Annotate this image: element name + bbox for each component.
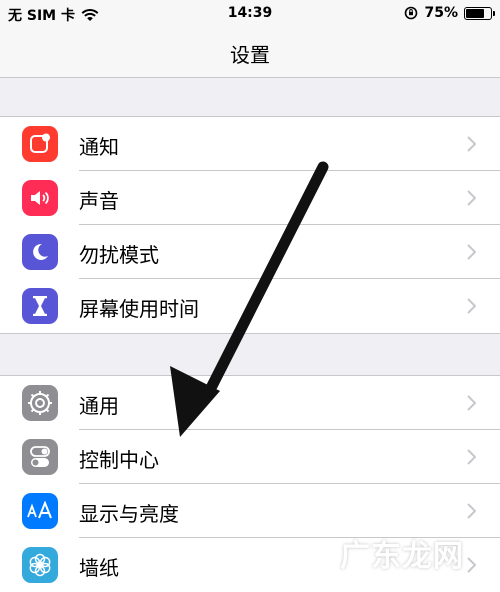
annotation-arrow — [170, 161, 329, 437]
watermark: 广东龙网 — [340, 539, 464, 574]
